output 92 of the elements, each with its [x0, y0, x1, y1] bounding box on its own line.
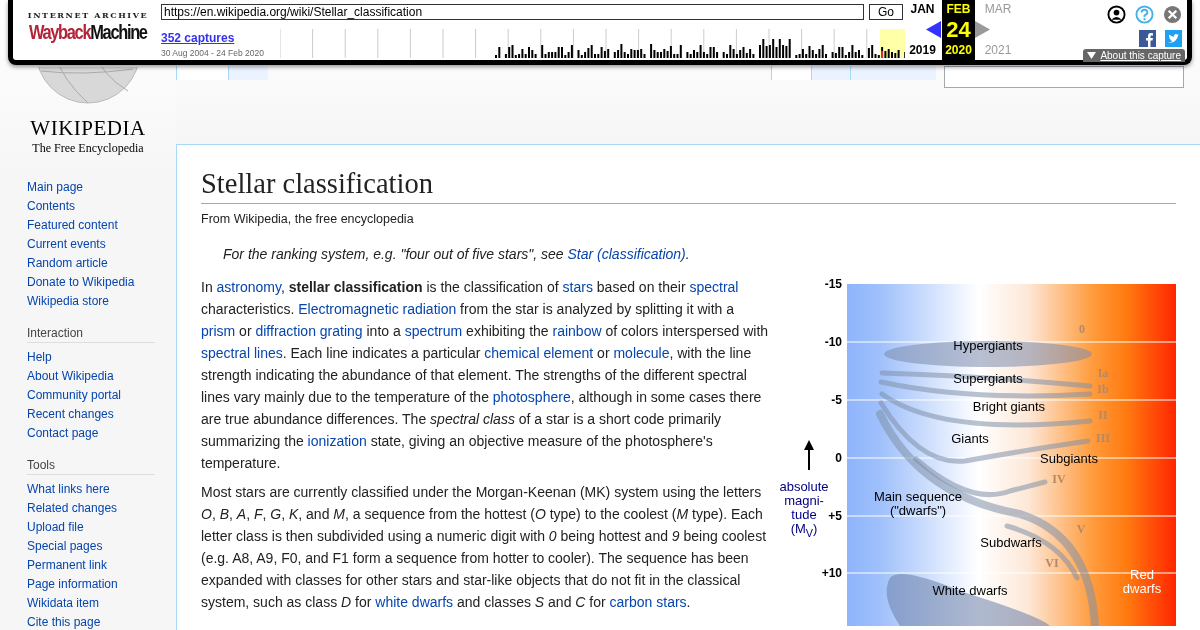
facebook-icon[interactable]	[1139, 30, 1156, 47]
region-label: Giants	[951, 431, 989, 446]
page-tab[interactable]	[850, 66, 936, 80]
sidebar-link[interactable]: Special pages	[27, 537, 103, 556]
close-icon[interactable]	[1163, 5, 1182, 24]
wikipedia-tagline: The Free Encyclopedia	[32, 141, 144, 156]
region-label: Hypergiants	[953, 338, 1023, 353]
class-label: VI	[1045, 556, 1059, 570]
article-link[interactable]: Electromagnetic radiation	[298, 301, 457, 317]
article-link[interactable]: spectral lines	[201, 345, 283, 361]
article-title: Stellar classification	[201, 165, 1176, 204]
caret-icon	[1087, 52, 1097, 59]
search-field[interactable]	[944, 66, 1184, 88]
sidebar-heading[interactable]: Tools	[27, 458, 155, 475]
article-link[interactable]: photosphere	[492, 389, 571, 405]
class-label: Ia	[1097, 366, 1109, 380]
month-label[interactable]: FEB	[946, 2, 971, 16]
class-label: 0	[1079, 322, 1085, 336]
sidebar-link[interactable]: Contact page	[27, 424, 99, 443]
sidebar-link[interactable]: Featured content	[27, 216, 118, 235]
sidebar-link[interactable]: Cite this page	[27, 613, 101, 630]
article-link[interactable]: diffraction grating	[255, 323, 363, 339]
axis-tick-label: -5	[831, 393, 842, 407]
region-label: White dwarfs	[932, 583, 1008, 598]
page-tab[interactable]	[228, 66, 268, 80]
region-label: Subdwarfs	[980, 535, 1042, 550]
article-link[interactable]: prism	[201, 323, 236, 339]
year-label[interactable]: 2020	[945, 43, 972, 57]
sidebar-heading[interactable]: Interaction	[27, 326, 155, 343]
sidebar-link[interactable]: What links here	[27, 480, 110, 499]
axis-tick-label: -10	[824, 335, 842, 349]
user-icon[interactable]	[1107, 5, 1126, 24]
year-label[interactable]: 2019	[909, 43, 936, 57]
twitter-icon[interactable]	[1165, 30, 1182, 47]
sidebar-link[interactable]: Page information	[27, 575, 118, 594]
month-label[interactable]: JAN	[910, 2, 935, 16]
previous-arrow-icon[interactable]	[926, 21, 941, 38]
sidebar-link[interactable]: Wikidata item	[27, 594, 100, 613]
article-link[interactable]: Star (classification)	[567, 246, 686, 262]
hatnote: For the ranking system, e.g. "four out of five stars", see Star (classification).	[223, 246, 691, 262]
go-button[interactable]: Go	[869, 4, 903, 20]
article-link[interactable]: spectral	[689, 279, 739, 295]
about-capture-button[interactable]: About this capture	[1083, 49, 1185, 62]
captures-timeline-drawing[interactable]	[280, 29, 905, 58]
article-link[interactable]: astronomy	[216, 279, 281, 295]
help-icon[interactable]	[1135, 5, 1154, 24]
sidebar-link[interactable]: Random article	[27, 254, 108, 273]
day-number: 24	[946, 18, 971, 41]
sidebar-link[interactable]: About Wikipedia	[27, 367, 114, 386]
article-link[interactable]: rainbow	[552, 323, 602, 339]
sidebar-link[interactable]: Upload file	[27, 518, 84, 537]
region-label: Red dwarfs	[1122, 567, 1162, 596]
class-label: II	[1098, 408, 1108, 422]
page-tab[interactable]	[771, 66, 811, 80]
article-link[interactable]: chemical element	[484, 345, 594, 361]
sidebar-link[interactable]: Current events	[27, 235, 106, 254]
sidebar-link[interactable]: Contents	[27, 197, 76, 216]
class-label: IV	[1052, 472, 1066, 486]
up-arrow-icon	[804, 440, 814, 471]
date-range: 30 Aug 2004 - 24 Feb 2020	[161, 48, 266, 58]
class-label: III	[1096, 431, 1110, 445]
wayback-logo[interactable]: WaybackMachine	[29, 20, 147, 44]
page-tab[interactable]	[176, 66, 228, 80]
article-link[interactable]: ionization	[307, 433, 367, 449]
article-link[interactable]: carbon stars	[609, 594, 687, 610]
sidebar-link[interactable]: Permanent link	[27, 556, 108, 575]
sidebar-link[interactable]: Main page	[27, 178, 84, 197]
article-link[interactable]: spectrum	[404, 323, 463, 339]
url-field[interactable]: https://en.wikipedia.org/wiki/Stellar_classification	[161, 4, 864, 20]
wikipedia-wordmark[interactable]: WIKIPEDIA	[30, 116, 146, 141]
sidebar-link[interactable]: Community portal	[27, 386, 122, 405]
sidebar-link[interactable]: Donate to Wikipedia	[27, 273, 135, 292]
sidebar-link[interactable]: Help	[27, 348, 52, 367]
article-link[interactable]: white dwarfs	[375, 594, 454, 610]
axis-tick-label: +5	[828, 509, 842, 523]
axis-tick-label: 0	[835, 451, 842, 465]
class-label: V	[1076, 522, 1086, 536]
page-tab[interactable]	[811, 66, 850, 80]
region-label: Supergiants	[953, 371, 1023, 386]
sidebar-link[interactable]: Related changes	[27, 499, 118, 518]
region-label: Main sequence ("dwarfs")	[873, 489, 963, 518]
region-label: Subgiants	[1040, 451, 1098, 466]
sidebar-link[interactable]: Wikipedia store	[27, 292, 110, 311]
article-link[interactable]: stars	[562, 279, 593, 295]
logo-caption: INTERNET ARCHIVE	[27, 10, 149, 20]
region-label: Bright giants	[972, 399, 1046, 414]
sidebar-link[interactable]: Recent changes	[27, 405, 114, 424]
axis-tick-label: -15	[824, 277, 842, 291]
captures-link[interactable]: 352 captures	[161, 31, 280, 45]
class-label: Ib	[1097, 382, 1109, 396]
article-tagline: From Wikipedia, the free encyclopedia	[201, 212, 415, 226]
axis-tick-label: +10	[821, 566, 842, 580]
